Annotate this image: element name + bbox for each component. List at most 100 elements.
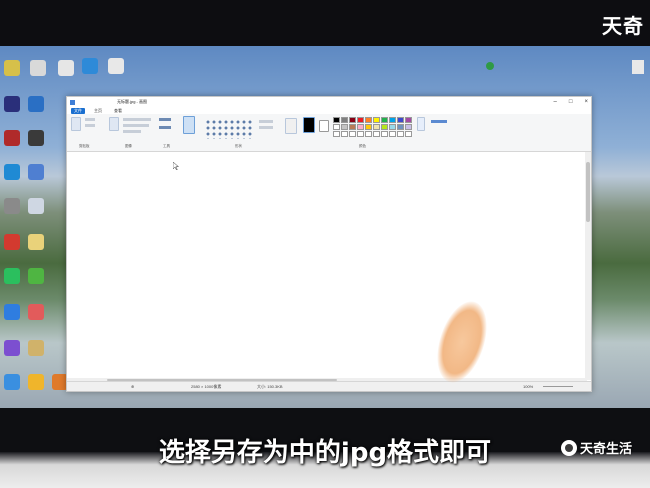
desktop-icon[interactable] — [4, 60, 20, 76]
brush-button[interactable] — [183, 116, 195, 134]
close-icon[interactable]: × — [584, 97, 588, 107]
desktop-icon[interactable] — [4, 374, 20, 390]
color-swatch[interactable] — [389, 124, 396, 130]
desktop-icon[interactable] — [108, 58, 124, 74]
cut-button[interactable] — [85, 118, 95, 121]
copy-button[interactable] — [85, 124, 95, 127]
paste-button[interactable] — [71, 117, 81, 131]
color-swatch[interactable] — [341, 117, 348, 123]
color1-button[interactable] — [303, 117, 315, 133]
color2-button[interactable] — [319, 120, 329, 132]
desktop-icon[interactable] — [28, 130, 44, 146]
desktop-icon[interactable] — [28, 268, 44, 284]
desktop-icon[interactable] — [4, 130, 20, 146]
select-button[interactable] — [109, 117, 119, 131]
color-swatch[interactable] — [333, 131, 340, 137]
desktop-icon[interactable] — [4, 234, 20, 250]
desktop-icon[interactable] — [28, 96, 44, 112]
desktop-icon[interactable] — [28, 198, 44, 214]
color-swatch[interactable] — [341, 124, 348, 130]
resize-button[interactable] — [123, 124, 149, 127]
menu-view[interactable]: 查看 — [111, 108, 125, 114]
desktop-icon[interactable] — [28, 374, 44, 390]
crop-button[interactable] — [123, 118, 151, 121]
desktop-icon[interactable] — [28, 234, 44, 250]
group-colors-label: 颜色 — [359, 144, 366, 148]
color-swatch[interactable] — [333, 124, 340, 130]
desktop-icon[interactable] — [4, 198, 20, 214]
color-swatch[interactable] — [389, 131, 396, 137]
desktop-icon[interactable] — [30, 60, 46, 76]
color-swatch[interactable] — [357, 124, 364, 130]
color-swatch[interactable] — [397, 117, 404, 123]
color-swatch[interactable] — [373, 124, 380, 130]
desktop-icon[interactable] — [486, 62, 494, 70]
color-swatch[interactable] — [405, 131, 412, 137]
outline-button[interactable] — [259, 120, 273, 123]
color-swatch[interactable] — [389, 117, 396, 123]
color-palette[interactable] — [333, 117, 412, 137]
color-swatch[interactable] — [381, 124, 388, 130]
paint3d-button[interactable] — [431, 120, 447, 123]
minimize-icon[interactable]: – — [554, 97, 557, 107]
title-bar: 无标题.jpg - 画图 – □ × — [67, 97, 591, 107]
scrollbar-thumb[interactable] — [586, 162, 590, 222]
desktop-icon[interactable] — [28, 304, 44, 320]
zoom-slider[interactable] — [543, 386, 573, 387]
color-swatch[interactable] — [381, 131, 388, 137]
desktop-icon[interactable] — [632, 60, 644, 74]
desktop-icon[interactable] — [4, 340, 20, 356]
watermark-logo-icon — [560, 439, 577, 456]
color-swatch[interactable] — [341, 131, 348, 137]
watermark-top: 天奇 — [602, 14, 644, 38]
color-swatch[interactable] — [357, 131, 364, 137]
color-swatch[interactable] — [333, 117, 340, 123]
color-swatch[interactable] — [397, 131, 404, 137]
menu-home[interactable]: 主页 — [91, 108, 105, 114]
pencil-icon[interactable] — [159, 118, 171, 121]
fill-button[interactable] — [259, 126, 273, 129]
rotate-button[interactable] — [123, 130, 141, 133]
desktop-icon[interactable] — [4, 96, 20, 112]
desktop-icon[interactable] — [58, 60, 74, 76]
desktop-icon[interactable] — [4, 268, 20, 284]
watermark-bottom-text: 天奇生活 — [579, 442, 632, 457]
shapes-gallery[interactable] — [205, 119, 253, 139]
color-swatch[interactable] — [373, 131, 380, 137]
monitor-top-bezel — [0, 0, 650, 46]
desktop-icon[interactable] — [82, 58, 98, 74]
maximize-icon[interactable]: □ — [569, 97, 573, 107]
desktop-icon[interactable] — [28, 164, 44, 180]
desktop-icon[interactable] — [4, 164, 20, 180]
app-icon — [70, 99, 75, 105]
vertical-scrollbar[interactable] — [585, 152, 591, 380]
color-swatch[interactable] — [349, 131, 356, 137]
color-swatch[interactable] — [357, 117, 364, 123]
color-swatch[interactable] — [349, 117, 356, 123]
desktop-icon[interactable] — [4, 304, 20, 320]
mouse-cursor-icon — [172, 157, 180, 171]
group-shapes-label: 形状 — [235, 144, 242, 148]
status-bar: ⊕ 2580 × 1000像素 大小: 150.3KB 100% — [67, 381, 591, 391]
paint-window: 无标题.jpg - 画图 – □ × 文件 主页 查看 剪贴板 图像 工具 形状 — [66, 96, 592, 392]
zoom-level: 100% — [523, 384, 534, 389]
color-swatch[interactable] — [349, 124, 356, 130]
size-button[interactable] — [285, 118, 297, 134]
color-swatch[interactable] — [405, 124, 412, 130]
color-swatch[interactable] — [365, 117, 372, 123]
color-swatch[interactable] — [381, 117, 388, 123]
menu-file[interactable]: 文件 — [71, 107, 85, 114]
image-size-text: 2580 × 1000像素 — [191, 384, 222, 389]
color-swatch[interactable] — [365, 124, 372, 130]
color-swatch[interactable] — [373, 117, 380, 123]
cursor-position-icon: ⊕ — [131, 384, 135, 389]
desktop-icon[interactable] — [28, 340, 44, 356]
fill-icon[interactable] — [159, 126, 171, 129]
edit-colors-button[interactable] — [417, 117, 425, 131]
menu-bar: 文件 主页 查看 — [67, 107, 591, 114]
color-swatch[interactable] — [405, 117, 412, 123]
drawing-canvas[interactable] — [67, 152, 587, 380]
file-size-text: 大小: 150.3KB — [257, 384, 283, 389]
color-swatch[interactable] — [365, 131, 372, 137]
color-swatch[interactable] — [397, 124, 404, 130]
